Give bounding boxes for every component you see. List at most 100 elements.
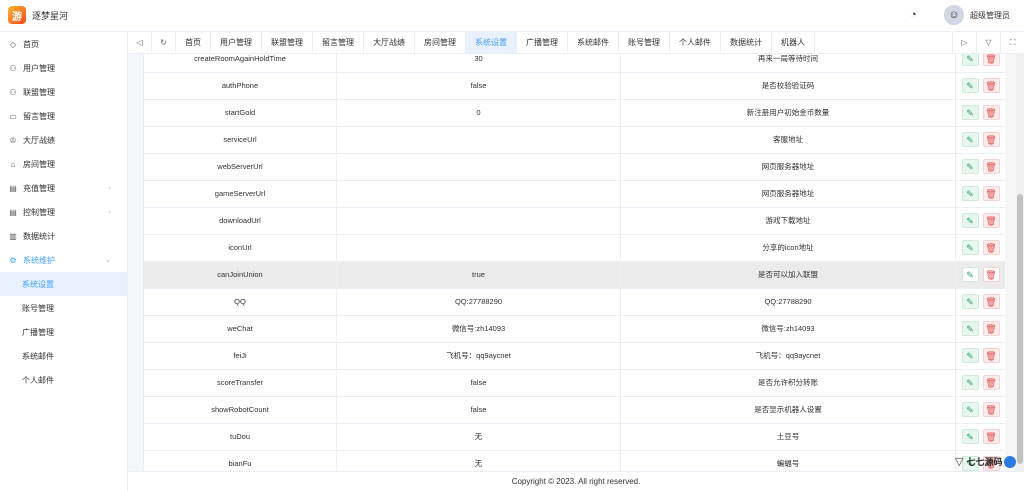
scrollbar-thumb[interactable]: [1017, 194, 1023, 464]
edit-icon[interactable]: ✎: [961, 240, 979, 255]
table-row[interactable]: webServerUrl 网页服务器地址 ✎ 🗑: [143, 153, 1005, 181]
tab[interactable]: 房间管理: [415, 31, 466, 54]
edit-icon[interactable]: ✎: [961, 159, 979, 174]
cell-value: 无: [336, 450, 621, 471]
watermark: ▽ 七七源码: [955, 455, 1017, 468]
tab-scroll-right-icon[interactable]: ▷: [952, 31, 976, 54]
edit-icon[interactable]: ✎: [961, 105, 979, 120]
refresh-icon[interactable]: ↻: [152, 31, 176, 54]
app-logo[interactable]: 游 逐梦星河: [8, 6, 68, 24]
cell-value: [336, 180, 621, 208]
cell-desc: 新注册用户初始金币数量: [620, 99, 956, 127]
tab[interactable]: 用户管理: [211, 31, 262, 54]
sidebar-item[interactable]: ▥ 数据统计: [0, 224, 127, 248]
tab[interactable]: 首页: [176, 31, 211, 54]
delete-icon[interactable]: 🗑: [982, 375, 1000, 390]
delete-icon[interactable]: 🗑: [982, 78, 1000, 93]
delete-icon[interactable]: 🗑: [982, 159, 1000, 174]
watermark-logo-icon: ▽: [955, 456, 964, 468]
sidebar-subitem[interactable]: 个人邮件: [0, 368, 127, 392]
tab[interactable]: 留言管理: [313, 31, 364, 54]
edit-icon[interactable]: ✎: [961, 78, 979, 93]
fullscreen-icon[interactable]: ⛶: [1000, 31, 1024, 54]
cell-desc: 是否显示机器人设置: [620, 396, 956, 424]
delete-icon[interactable]: 🗑: [982, 294, 1000, 309]
sidebar-item-label: 房间管理: [23, 159, 55, 169]
edit-icon[interactable]: ✎: [961, 375, 979, 390]
sidebar-item[interactable]: ⌂ 房间管理: [0, 152, 127, 176]
edit-icon[interactable]: ✎: [961, 267, 979, 282]
edit-icon[interactable]: ✎: [961, 429, 979, 444]
delete-icon[interactable]: 🗑: [982, 267, 1000, 282]
delete-icon[interactable]: 🗑: [982, 348, 1000, 363]
edit-icon[interactable]: ✎: [961, 54, 979, 66]
sidebar-subitem[interactable]: 广播管理: [0, 320, 127, 344]
sidebar-item[interactable]: ▤ 控制管理 ‹: [0, 200, 127, 224]
sidebar-item[interactable]: ♔ 大厅战绩: [0, 128, 127, 152]
table-row[interactable]: startGold 0 新注册用户初始金币数量 ✎ 🗑: [143, 99, 1005, 127]
delete-icon[interactable]: 🗑: [982, 402, 1000, 417]
table-row[interactable]: feiJi 飞机号：qq9aycnet 飞机号：qq9aycnet ✎ 🗑: [143, 342, 1005, 370]
sidebar: ◇ 首页 ⚇ 用户管理 ⚇ 联盟管理 ▭ 留言管理 ♔ 大厅战绩 ⌂ 房间管理 ▤ 充值管理 ‹ ▤ 控制管理 ‹…: [0, 32, 128, 491]
tab[interactable]: 机器人: [772, 31, 815, 54]
palette-icon[interactable]: ◔: [910, 8, 924, 22]
edit-icon[interactable]: ✎: [961, 186, 979, 201]
edit-icon[interactable]: ✎: [961, 348, 979, 363]
sidebar-subitem[interactable]: 账号管理: [0, 296, 127, 320]
delete-icon[interactable]: 🗑: [982, 429, 1000, 444]
tab-menu-icon[interactable]: ▽: [976, 31, 1000, 54]
delete-icon[interactable]: 🗑: [982, 321, 1000, 336]
table-row[interactable]: gameServerUrl 网页服务器地址 ✎ 🗑: [143, 180, 1005, 208]
tab[interactable]: 广播管理: [517, 31, 568, 54]
sidebar-item[interactable]: ▭ 留言管理: [0, 104, 127, 128]
delete-icon[interactable]: 🗑: [982, 213, 1000, 228]
edit-icon[interactable]: ✎: [961, 402, 979, 417]
delete-icon[interactable]: 🗑: [982, 240, 1000, 255]
edit-icon[interactable]: ✎: [961, 321, 979, 336]
cell-key: downloadUrl: [143, 207, 337, 235]
cell-actions: ✎ 🗑: [955, 423, 1005, 451]
edit-icon[interactable]: ✎: [961, 132, 979, 147]
table-row[interactable]: weChat 微信号:zh14093 微信号:zh14093 ✎ 🗑: [143, 315, 1005, 343]
sidebar-item[interactable]: ⚙ 系统维护 ⌄: [0, 248, 127, 272]
table-row[interactable]: authPhone false 是否校验验证码 ✎ 🗑: [143, 72, 1005, 100]
logo-image: 游: [8, 6, 26, 24]
sidebar-item[interactable]: ⚇ 用户管理: [0, 56, 127, 80]
table-row[interactable]: createRoomAgainHoldTime 30 再来一局等待时间 ✎ 🗑: [143, 54, 1005, 73]
tab[interactable]: 大厅战绩: [364, 31, 415, 54]
delete-icon[interactable]: 🗑: [982, 186, 1000, 201]
delete-icon[interactable]: 🗑: [982, 54, 1000, 66]
vertical-scrollbar[interactable]: [1016, 54, 1024, 471]
delete-icon[interactable]: 🗑: [982, 132, 1000, 147]
table-row[interactable]: showRobotCount false 是否显示机器人设置 ✎ 🗑: [143, 396, 1005, 424]
table-row[interactable]: bianFu 无蝙蝠号 ✎ 🗑: [143, 450, 1005, 471]
avatar[interactable]: ☺: [944, 5, 964, 25]
tab[interactable]: 数据统计: [721, 31, 772, 54]
sidebar-item[interactable]: ⚇ 联盟管理: [0, 80, 127, 104]
tab[interactable]: 个人邮件: [670, 31, 721, 54]
sidebar-item[interactable]: ▤ 充值管理 ‹: [0, 176, 127, 200]
tab[interactable]: 系统邮件: [568, 31, 619, 54]
edit-icon[interactable]: ✎: [961, 294, 979, 309]
tab[interactable]: 账号管理: [619, 31, 670, 54]
table-row[interactable]: downloadUrl 游戏下载地址 ✎ 🗑: [143, 207, 1005, 235]
table-row[interactable]: iconUrl 分享的icon地址 ✎ 🗑: [143, 234, 1005, 262]
delete-icon[interactable]: 🗑: [982, 105, 1000, 120]
sidebar-item[interactable]: ◇ 首页: [0, 32, 127, 56]
edit-icon[interactable]: ✎: [961, 213, 979, 228]
tab-scroll-left-icon[interactable]: ◁: [128, 31, 152, 54]
table-row[interactable]: QQ QQ:27788290 QQ:27788290 ✎ 🗑: [143, 288, 1005, 316]
table-row[interactable]: tuDou 无土豆号 ✎ 🗑: [143, 423, 1005, 451]
table-row[interactable]: serviceUrl 客服地址 ✎ 🗑: [143, 126, 1005, 154]
table-row[interactable]: canJoinUnion true 是否可以加入联盟 ✎ 🗑: [143, 261, 1005, 289]
username[interactable]: 超级管理员: [970, 10, 1010, 21]
cell-value: [336, 126, 621, 154]
tab[interactable]: 联盟管理: [262, 31, 313, 54]
sidebar-subitem[interactable]: 系统邮件: [0, 344, 127, 368]
table-row[interactable]: scoreTransfer false 是否允许积分转账 ✎ 🗑: [143, 369, 1005, 397]
cell-actions: ✎ 🗑: [955, 126, 1005, 154]
cell-value: true: [336, 261, 621, 289]
cell-key: bianFu: [143, 450, 337, 471]
tab[interactable]: 系统设置: [466, 31, 517, 54]
sidebar-subitem[interactable]: 系统设置: [0, 272, 127, 296]
